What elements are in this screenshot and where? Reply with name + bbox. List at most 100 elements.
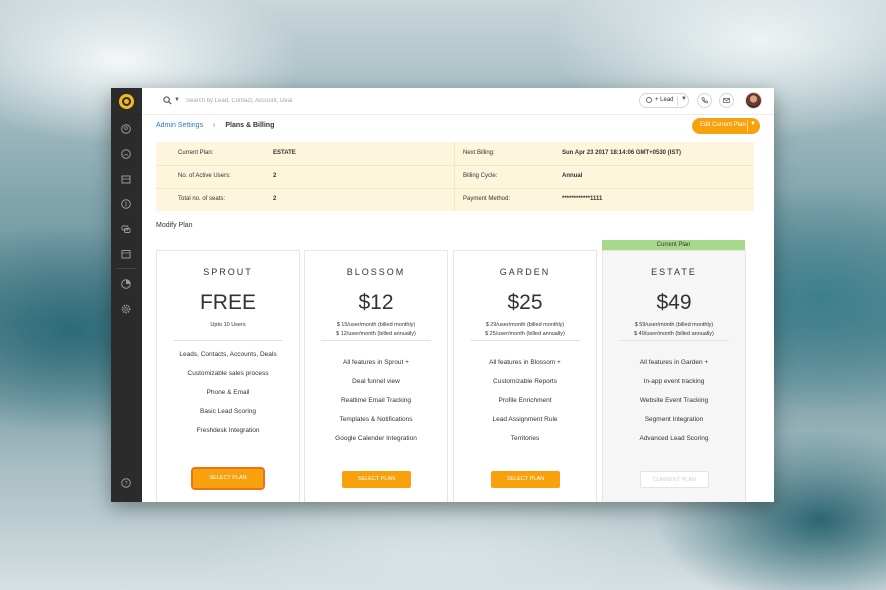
plan-feature: Customizable sales process	[187, 370, 269, 377]
plan-feature: Customizable Reports	[493, 378, 557, 385]
plan-price: FREE	[199, 291, 256, 314]
plan-subtext: $ 12/user/month (billed annually)	[336, 331, 416, 337]
active-users-label: No. of Active Users:	[178, 173, 231, 179]
edit-plan-divider	[747, 120, 748, 132]
current-plan-label: Current Plan:	[178, 150, 214, 156]
plan-subtext: $ 59/user/month (billed monthly)	[634, 322, 714, 328]
reports-icon[interactable]	[121, 279, 131, 289]
billing-row: No. of Active Users: 2 Billing Cycle: An…	[156, 165, 754, 189]
billing-divider	[454, 142, 455, 211]
plan-divider	[470, 340, 580, 341]
plan-feature: Phone & Email	[206, 389, 250, 396]
plan-feature: Website Event Tracking	[639, 397, 709, 404]
active-users-value: 2	[273, 173, 277, 179]
settings-icon[interactable]	[121, 304, 131, 314]
plan-feature: Leads, Contacts, Accounts, Deals	[179, 351, 277, 358]
plan-subtext: Upto 10 Users	[210, 322, 246, 328]
billing-cycle-label: Billing Cycle:	[463, 173, 498, 179]
plan-feature: Profile Enrichment	[498, 397, 552, 404]
current-plan-value: ESTATE	[273, 150, 296, 156]
main-content: ▼ + Lead ▼ Admin Settings › Plans & Bill…	[142, 88, 774, 502]
plan-name: BLOSSOM	[346, 267, 406, 277]
plan-feature: In-app event tracking	[643, 378, 705, 385]
mail-icon	[723, 98, 730, 103]
revenue-icon[interactable]	[121, 199, 131, 209]
app-logo[interactable]	[119, 94, 134, 109]
plan-card-sprout: SPROUT FREE Upto 10 Users Leads, Contact…	[156, 250, 300, 502]
top-bar: ▼ + Lead ▼	[142, 88, 774, 115]
total-seats-label: Total no. of seats:	[178, 196, 226, 202]
add-lead-divider	[677, 96, 678, 106]
email-button[interactable]	[719, 93, 734, 108]
sidebar: ?	[111, 88, 142, 502]
chevron-down-icon[interactable]: ▼	[750, 121, 756, 127]
plan-card-garden: GARDEN $25 $ 29/user/month (billed month…	[453, 250, 597, 502]
plus-circle-icon	[646, 97, 652, 103]
breadcrumb: Admin Settings › Plans & Billing	[156, 122, 274, 129]
plan-card-blossom: BLOSSOM $12 $ 15/user/month (billed mont…	[304, 250, 448, 502]
plan-name: GARDEN	[499, 267, 551, 277]
breadcrumb-admin-settings[interactable]: Admin Settings	[156, 122, 203, 129]
plan-feature: Segment Integration	[644, 416, 704, 423]
plan-feature: All features in Garden +	[639, 359, 709, 366]
billing-summary: Current Plan: ESTATE Next Billing: Sun A…	[156, 142, 754, 211]
plan-divider	[173, 340, 283, 341]
plan-card-estate: ESTATE $49 $ 59/user/month (billed month…	[602, 250, 746, 502]
edit-current-plan-button[interactable]: Edit Current Plan ▼	[692, 118, 760, 134]
plan-subtext: $ 15/user/month (billed monthly)	[336, 322, 416, 328]
deals-icon[interactable]	[121, 174, 131, 184]
plan-feature: Basic Lead Scoring	[199, 408, 256, 415]
modify-plan-heading: Modify Plan	[156, 222, 193, 229]
current-plan-button: CURRENT PLAN	[640, 471, 709, 488]
plan-subtext: $ 25/user/month (billed annually)	[485, 331, 565, 337]
plan-feature: Lead Assignment Rule	[492, 416, 558, 423]
plan-divider	[321, 340, 431, 341]
chevron-down-icon[interactable]: ▼	[681, 96, 687, 102]
user-avatar[interactable]	[745, 92, 762, 109]
plan-subtext: $ 49/user/month (billed annually)	[634, 331, 714, 337]
search-scope-chevron-icon[interactable]: ▼	[174, 97, 180, 103]
plan-feature: Territories	[510, 435, 540, 442]
billing-row: Total no. of seats: 2 Payment Method: **…	[156, 188, 754, 211]
chevron-right-icon: ›	[213, 122, 216, 129]
next-billing-label: Next Billing:	[463, 150, 495, 156]
contacts-icon[interactable]	[121, 124, 131, 134]
edit-current-plan-label: Edit Current Plan	[700, 122, 746, 128]
add-lead-button[interactable]: + Lead ▼	[639, 93, 689, 108]
payment-method-value: ************1111	[562, 196, 603, 202]
plan-feature: Deal funnel view	[352, 378, 400, 385]
plan-name: ESTATE	[651, 267, 697, 277]
plan-feature: Advanced Lead Scoring	[639, 435, 709, 442]
sidebar-divider	[117, 268, 136, 269]
search-icon[interactable]	[163, 96, 172, 105]
page-title: Plans & Billing	[225, 122, 275, 129]
plan-feature: Realtime Email Tracking	[340, 397, 412, 404]
phone-icon	[701, 97, 708, 104]
plan-feature: Templates & Notifications	[339, 416, 413, 423]
plan-subtext: $ 29/user/month (billed monthly)	[485, 322, 565, 328]
plan-feature: All features in Sprout +	[343, 359, 409, 366]
payment-method-label: Payment Method:	[463, 196, 511, 202]
conversations-icon[interactable]	[121, 224, 131, 234]
plan-divider	[619, 340, 729, 341]
select-plan-blossom-button[interactable]: SELECT PLAN	[342, 471, 411, 488]
plan-price: $49	[656, 291, 692, 314]
select-plan-sprout-button[interactable]: SELECT PLAN	[191, 467, 265, 490]
accounts-icon[interactable]	[121, 149, 131, 159]
select-plan-garden-button[interactable]: SELECT PLAN	[491, 471, 560, 488]
plan-price: $12	[358, 291, 394, 314]
next-billing-value: Sun Apr 23 2017 18:14:06 GMT+0530 (IST)	[562, 150, 681, 156]
plan-feature: All features in Blossom +	[489, 359, 561, 366]
plan-price: $25	[507, 291, 543, 314]
phone-button[interactable]	[697, 93, 712, 108]
billing-cycle-value: Annual	[562, 173, 583, 179]
billing-row: Current Plan: ESTATE Next Billing: Sun A…	[156, 142, 754, 166]
plan-feature: Freshdesk Integration	[196, 427, 260, 434]
plan-name: SPROUT	[203, 267, 253, 277]
search-input[interactable]	[186, 94, 406, 108]
add-lead-label: + Lead	[655, 97, 674, 103]
plan-feature: Google Calender Integration	[335, 435, 417, 442]
total-seats-value: 2	[273, 196, 277, 202]
help-icon[interactable]: ?	[121, 478, 131, 488]
calendar-icon[interactable]	[121, 249, 131, 259]
